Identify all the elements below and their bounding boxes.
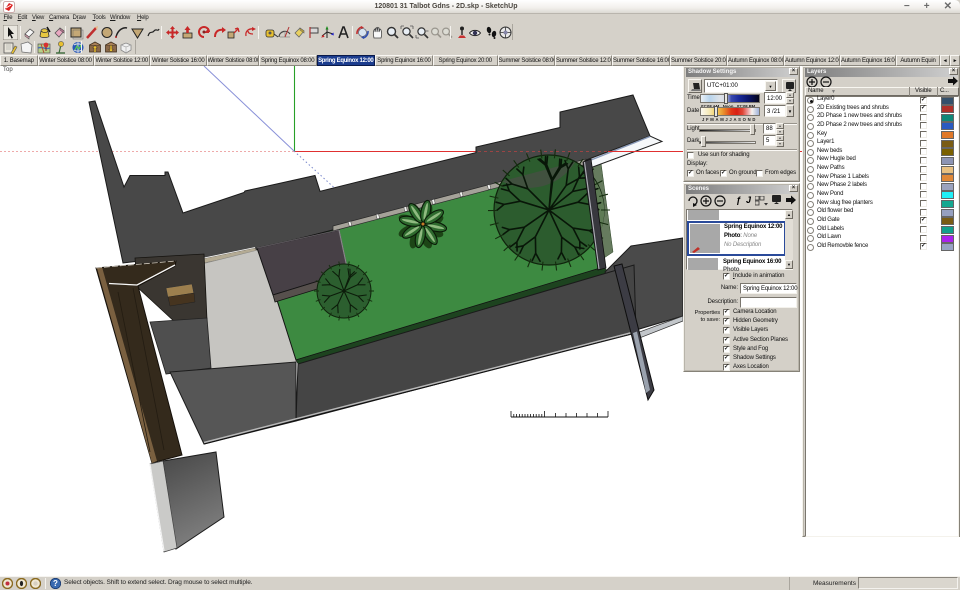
svg-text:?: ? [53, 579, 58, 588]
